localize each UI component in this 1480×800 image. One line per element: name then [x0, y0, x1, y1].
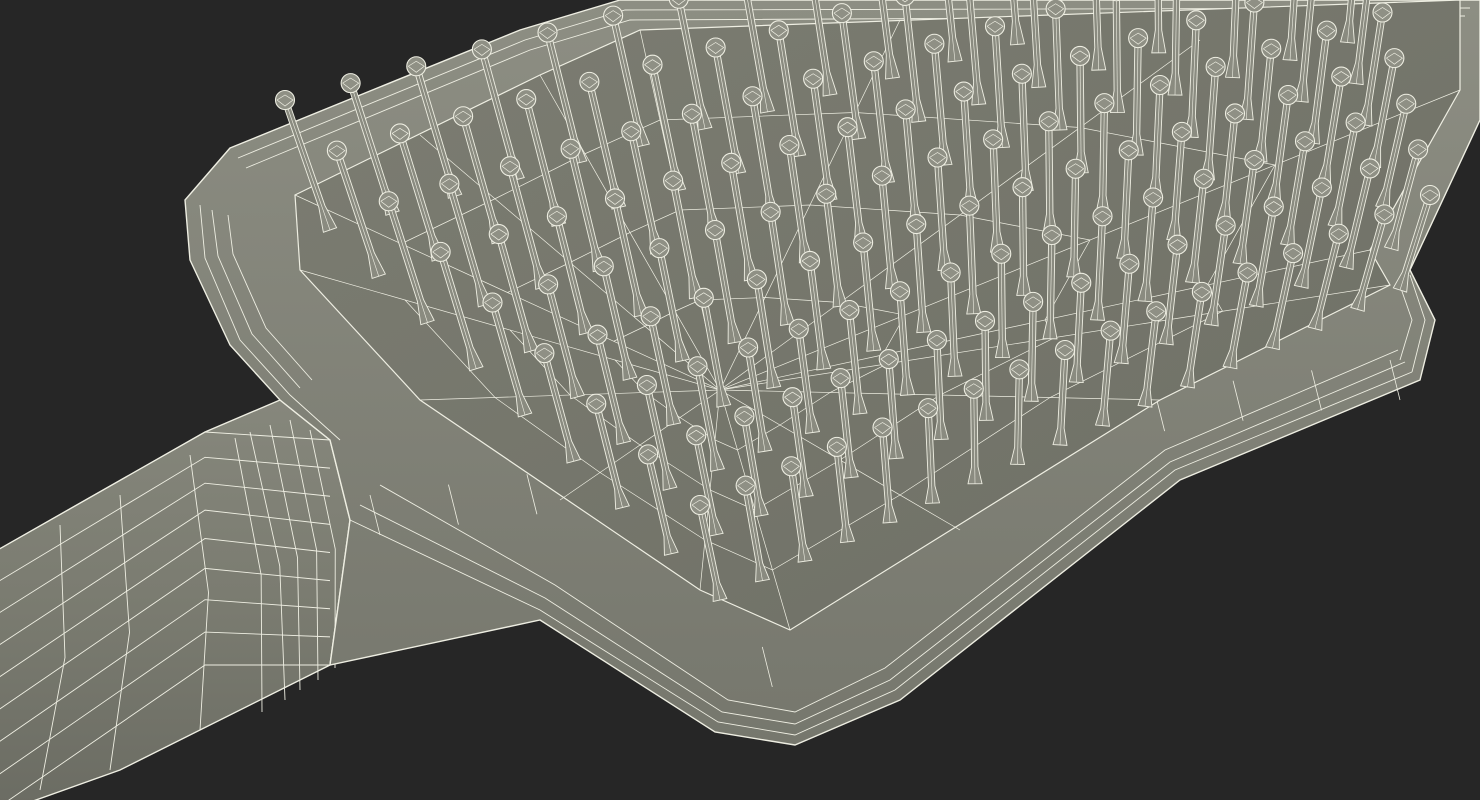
- handle-body: [0, 399, 351, 800]
- render-viewport: [0, 0, 1480, 800]
- brush-handle: [0, 399, 351, 800]
- hairbrush-wireframe: [0, 0, 1480, 800]
